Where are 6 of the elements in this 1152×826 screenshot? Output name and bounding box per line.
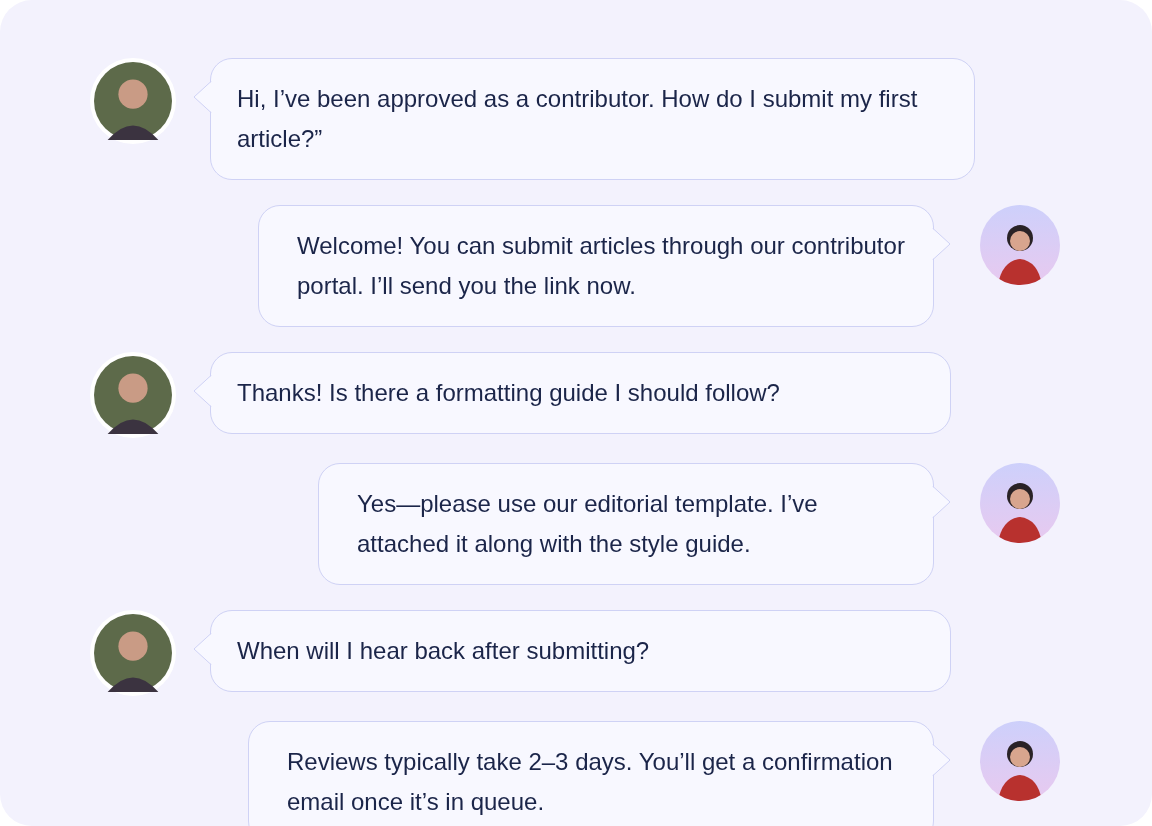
message-text: Hi, I’ve been approved as a contributor. How do I submit my first article?” bbox=[237, 84, 919, 154]
message-text: Thanks! Is there a formatting guide I should follow? bbox=[237, 378, 781, 408]
message-text: Welcome! You can submit articles through our contributor portal. I’ll send you the link now. bbox=[297, 231, 906, 301]
message-text: Reviews typically take 2–3 days. You’ll get a confirmation email once it’s in queue. bbox=[287, 747, 894, 817]
message-text: Yes—please use our editorial template. I’ve attached it along with the style guide. bbox=[357, 489, 819, 559]
message-text: When will I hear back after submitting? bbox=[237, 636, 651, 666]
